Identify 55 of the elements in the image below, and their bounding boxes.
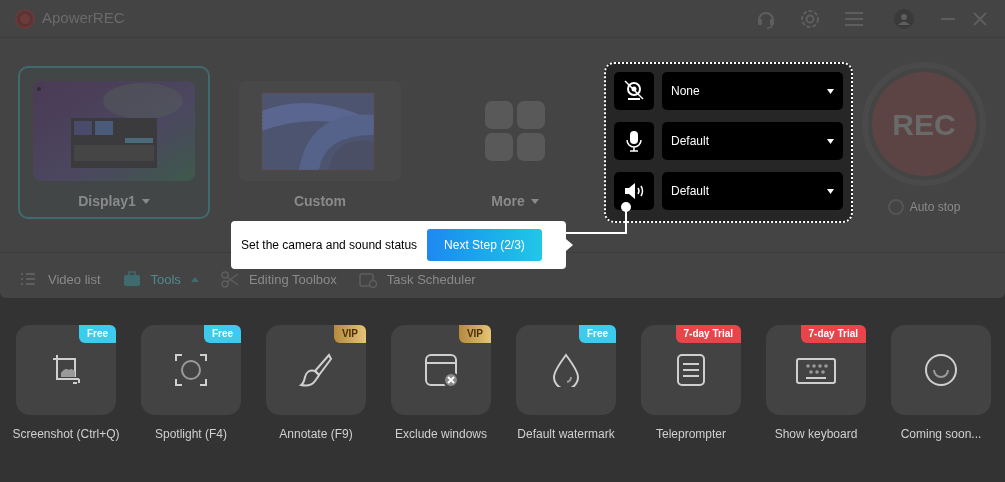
nav-tab[interactable]: Editing Toolbox bbox=[220, 269, 337, 290]
device-dropdown[interactable]: None bbox=[662, 72, 843, 110]
smile-icon bbox=[924, 353, 958, 387]
caret-icon bbox=[827, 188, 834, 194]
badge: 7-day Trial bbox=[675, 325, 741, 343]
device-dropdown[interactable]: Default bbox=[662, 122, 843, 160]
document-icon bbox=[674, 353, 708, 387]
user-avatar-icon[interactable] bbox=[893, 7, 915, 30]
source-label: Display1 bbox=[78, 192, 136, 211]
badge: 7-day Trial bbox=[800, 325, 866, 343]
calendar-icon bbox=[358, 271, 377, 288]
spotlight-icon bbox=[174, 353, 208, 387]
tooltip-text: Set the camera and sound status bbox=[241, 237, 418, 254]
caret-icon bbox=[827, 138, 834, 144]
tool-label: Show keyboard bbox=[774, 426, 858, 443]
badge: Free bbox=[203, 325, 241, 343]
app-logo-icon bbox=[14, 7, 36, 30]
auto-stop-label: Auto stop bbox=[909, 199, 961, 216]
source-label: Custom bbox=[293, 192, 347, 211]
tool-label: Exclude windows bbox=[394, 426, 487, 443]
source-card[interactable]: More bbox=[430, 66, 600, 219]
tool-label: Screenshot (Ctrl+Q) bbox=[12, 426, 120, 443]
tool-label: Default watermark bbox=[517, 426, 615, 443]
tool-button[interactable]: VIP bbox=[266, 325, 366, 415]
badge: VIP bbox=[458, 325, 491, 343]
scissors-icon bbox=[220, 271, 239, 288]
caret-icon bbox=[827, 88, 834, 94]
tool-button[interactable]: VIP bbox=[391, 325, 491, 415]
badge: Free bbox=[578, 325, 616, 343]
tool-label: Coming soon... bbox=[900, 426, 982, 443]
source-card[interactable]: Display1 bbox=[18, 66, 210, 219]
toolbox-icon bbox=[122, 271, 141, 288]
source-card[interactable]: Custom bbox=[224, 66, 416, 219]
settings-icon[interactable] bbox=[799, 7, 821, 30]
camera-icon bbox=[622, 79, 646, 103]
tool-button[interactable]: Free bbox=[516, 325, 616, 415]
next-step-button[interactable]: Next Step (2/3) bbox=[427, 229, 542, 261]
device-dropdown[interactable]: Default bbox=[662, 172, 843, 210]
badge: Free bbox=[78, 325, 116, 343]
tool-label: Annotate (F9) bbox=[279, 426, 353, 443]
window-remove-icon bbox=[424, 353, 458, 387]
tool-label: Spotlight (F4) bbox=[155, 426, 227, 443]
tool-button[interactable]: Free bbox=[16, 325, 116, 415]
tool-button[interactable]: 7-day Trial bbox=[766, 325, 866, 415]
nav-tab[interactable]: Video list bbox=[20, 269, 101, 290]
tool-button[interactable]: Free bbox=[141, 325, 241, 415]
brush-icon bbox=[299, 353, 333, 387]
badge: VIP bbox=[333, 325, 366, 343]
list-icon bbox=[20, 271, 38, 288]
source-label: More bbox=[491, 192, 525, 211]
nav-tab[interactable]: Tools bbox=[122, 269, 199, 290]
tool-label: Teleprompter bbox=[656, 426, 726, 443]
tool-button[interactable] bbox=[891, 325, 991, 415]
nav-tab[interactable]: Task Scheduler bbox=[358, 269, 476, 290]
tool-button[interactable]: 7-day Trial bbox=[641, 325, 741, 415]
